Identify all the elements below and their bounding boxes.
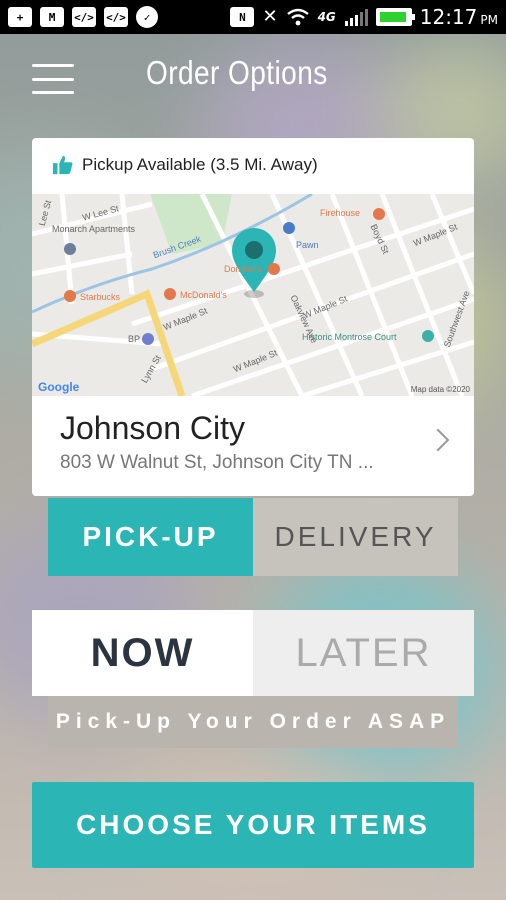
map-label: BP [128,334,141,344]
code-icon: </> [72,7,96,27]
wifi-icon [286,8,309,26]
map-label: Starbucks [80,292,121,302]
mute-icon: ✕ [262,6,278,27]
nfc-icon: N [230,7,255,27]
map-label: Domino's [224,264,262,274]
chat-icon: ✓ [136,6,158,28]
menu-icon[interactable] [32,64,74,94]
fulfillment-toggle: PICK-UP DELIVERY [48,498,458,576]
clock-ampm: PM [480,13,498,27]
chevron-right-icon [426,428,450,452]
timing-toggle: NOW LATER [32,610,474,696]
now-button[interactable]: NOW [32,610,253,696]
delivery-button[interactable]: DELIVERY [253,498,458,576]
location-address: 803 W Walnut St, Johnson City TN ... [60,452,374,473]
thumbs-up-icon [52,155,73,175]
pickup-button[interactable]: PICK-UP [48,498,253,576]
google-logo-text: Google [38,380,80,394]
plus-icon: + [8,7,32,27]
map-credit: Map data ©2020 [410,385,470,394]
page-title: Order Options [146,54,328,91]
map-label: Monarch Apartments [52,224,136,234]
availability-row: Pickup Available (3.5 Mi. Away) [52,154,318,176]
clock-time: 12:17 [419,5,478,29]
map-label: Firehouse [320,208,361,218]
location-card: Pickup Available (3.5 Mi. Away) Monarch … [32,138,474,496]
map-view[interactable]: Monarch Apartments Brush Creek Firehouse… [32,194,474,396]
google-logo: Google [38,380,79,394]
battery-icon [375,8,415,26]
app-header: Order Options [0,34,506,120]
asap-banner: Pick-Up Your Order ASAP [48,696,458,748]
clock: 12:17 PM [420,5,498,29]
availability-text: Pickup Available (3.5 Mi. Away) [82,155,318,174]
location-city: Johnson City [60,410,245,446]
gmail-icon: M [40,7,64,27]
code-icon: </> [104,7,128,27]
later-button[interactable]: LATER [253,610,474,696]
status-bar: + M </> </> ✓ N ✕ 4G 12:17 PM [0,0,506,34]
map-label: McDonald's [180,290,227,300]
map-label: Pawn [296,240,319,250]
location-selector[interactable]: Johnson City 803 W Walnut St, Johnson Ci… [32,396,474,496]
signal-icon [344,9,368,26]
choose-items-button[interactable]: CHOOSE YOUR ITEMS [32,782,474,868]
network-type: 4G [317,10,336,24]
